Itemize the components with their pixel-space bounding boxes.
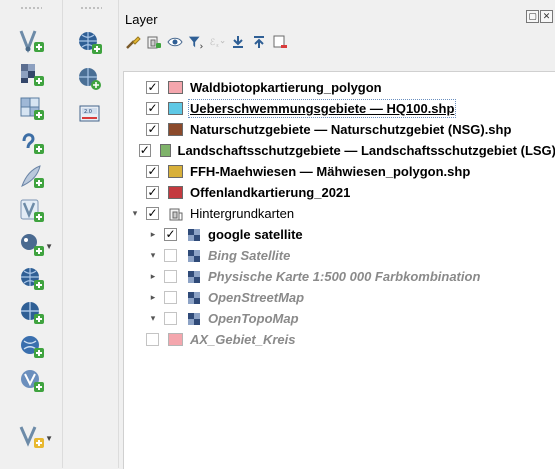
basemap-row-opentopomap[interactable]: ▾ OpenTopoMap	[124, 308, 555, 329]
layer-label: Ueberschwemmungsgebiete — HQ100.shp	[190, 101, 454, 116]
layer-label: Physische Karte 1:500 000 Farbkombinatio…	[208, 269, 480, 284]
layer-label: Bing Satellite	[208, 248, 290, 263]
add-xyz-layer-icon[interactable]	[70, 26, 110, 60]
metasearch-icon[interactable]: 2.0	[70, 98, 110, 132]
style-brush-icon[interactable]	[125, 33, 141, 51]
layer-row-naturschutz[interactable]: ✓ Naturschutzgebiete — Naturschutzgebiet…	[124, 119, 555, 140]
new-virtual-layer-icon[interactable]	[12, 92, 52, 126]
layers-panel: Layer ▢ ✕ ℰε ✓	[119, 0, 555, 468]
svg-text:2.0: 2.0	[84, 109, 92, 115]
layer-row-landschaftsschutz[interactable]: ✓ Landschaftsschutzgebiete — Landschafts…	[124, 140, 555, 161]
toolbar-grip[interactable]	[20, 6, 42, 10]
remove-layer-icon[interactable]	[272, 33, 288, 51]
svg-text:ℰ: ℰ	[210, 38, 216, 48]
new-raster-layer-icon[interactable]	[12, 58, 52, 92]
collapse-all-icon[interactable]	[251, 33, 267, 51]
toolbar-grip[interactable]	[80, 6, 102, 10]
chevron-down-icon[interactable]: ▾	[128, 208, 142, 219]
raster-layer-icon	[186, 270, 201, 284]
layer-visibility-checkbox[interactable]: ✓	[164, 228, 177, 241]
layer-visibility-checkbox[interactable]	[164, 291, 177, 304]
float-panel-button[interactable]: ▢	[526, 10, 539, 23]
panel-title: Layer	[125, 12, 158, 27]
layer-visibility-checkbox[interactable]: ✓	[146, 165, 159, 178]
delimited-text-layer-icon[interactable]	[12, 126, 52, 160]
expand-all-icon[interactable]	[230, 33, 246, 51]
layer-label: OpenStreetMap	[208, 290, 304, 305]
group-visibility-checkbox[interactable]: ✓	[146, 207, 159, 220]
symbol-swatch	[168, 123, 183, 136]
raster-layer-icon	[186, 312, 201, 326]
symbol-swatch	[168, 333, 183, 346]
visibility-eye-icon[interactable]	[167, 33, 183, 51]
layer-row-ax-gebiet-kreis[interactable]: AX_Gebiet_Kreis	[124, 329, 555, 350]
raster-layer-icon	[186, 291, 201, 305]
layer-tree[interactable]: ✓ Waldbiotopkartierung_polygon ✓ Uebersc…	[123, 71, 555, 469]
symbol-swatch	[168, 102, 183, 115]
layer-row-offenland[interactable]: ✓ Offenlandkartierung_2021	[124, 182, 555, 203]
layer-label: AX_Gebiet_Kreis	[190, 332, 296, 347]
layer-visibility-checkbox[interactable]	[164, 270, 177, 283]
filter-icon[interactable]	[188, 33, 204, 51]
add-wfs-vector-icon[interactable]	[12, 364, 52, 398]
add-wfs-layer-icon[interactable]	[12, 296, 52, 330]
layers-panel-toolbar: ℰε	[125, 33, 288, 51]
layer-visibility-checkbox[interactable]	[146, 333, 159, 346]
raster-layer-icon	[186, 249, 201, 263]
basemap-row-physische-karte[interactable]: ▸ Physische Karte 1:500 000 Farbkombinat…	[124, 266, 555, 287]
chevron-down-icon[interactable]: ▼	[45, 242, 53, 251]
layer-visibility-checkbox[interactable]: ✓	[139, 144, 151, 157]
chevron-right-icon[interactable]: ▸	[146, 271, 160, 282]
add-wms-layer-icon[interactable]	[12, 262, 52, 296]
layer-visibility-checkbox[interactable]: ✓	[146, 123, 159, 136]
layer-label: google satellite	[208, 227, 303, 242]
layer-visibility-checkbox[interactable]: ✓	[146, 81, 159, 94]
basemap-row-openstreetmap[interactable]: ▸ OpenStreetMap	[124, 287, 555, 308]
basemap-row-bing-satellite[interactable]: ▾ Bing Satellite	[124, 245, 555, 266]
layer-label: OpenTopoMap	[208, 311, 299, 326]
layer-row-waldbiotop[interactable]: ✓ Waldbiotopkartierung_polygon	[124, 77, 555, 98]
new-vector-layer-icon[interactable]	[12, 24, 52, 58]
svg-text:ε: ε	[216, 44, 219, 49]
new-geopackage-layer-icon[interactable]	[12, 194, 52, 228]
add-wcs-layer-icon[interactable]	[12, 330, 52, 364]
layer-label: Waldbiotopkartierung_polygon	[190, 80, 382, 95]
group-row-hintergrundkarten[interactable]: ▾ ✓ Hintergrundkarten	[124, 203, 555, 224]
layer-row-ffh-maehwiesen[interactable]: ✓ FFH-Maehwiesen — Mähwiesen_polygon.shp	[124, 161, 555, 182]
close-panel-button[interactable]: ✕	[540, 10, 553, 23]
symbol-swatch	[168, 186, 183, 199]
chevron-down-icon[interactable]: ▾	[146, 250, 160, 261]
symbol-swatch	[160, 144, 171, 157]
add-vector-tile-icon[interactable]	[70, 62, 110, 96]
layer-label: Offenlandkartierung_2021	[190, 185, 350, 200]
symbol-swatch	[168, 165, 183, 178]
layer-visibility-checkbox[interactable]	[164, 249, 177, 262]
expression-filter-icon[interactable]: ℰε	[209, 33, 225, 51]
web-toolbar: 2.0	[63, 0, 119, 468]
raster-layer-icon	[186, 228, 201, 242]
layer-label: Landschaftsschutzgebiete — Landschaftssc…	[178, 143, 555, 158]
symbol-swatch	[168, 81, 183, 94]
add-group-icon[interactable]	[146, 33, 162, 51]
chevron-down-icon[interactable]: ▼	[45, 434, 53, 443]
data-source-toolbar: ▼ ▼	[0, 0, 63, 468]
layer-visibility-checkbox[interactable]: ✓	[146, 186, 159, 199]
layer-visibility-checkbox[interactable]	[164, 312, 177, 325]
layer-label: FFH-Maehwiesen — Mähwiesen_polygon.shp	[190, 164, 470, 179]
group-label: Hintergrundkarten	[190, 206, 294, 221]
basemap-row-google-satellite[interactable]: ▸ ✓ google satellite	[124, 224, 555, 245]
spatialite-layer-icon[interactable]	[12, 160, 52, 194]
group-folder-icon	[168, 207, 183, 221]
chevron-down-icon[interactable]: ▾	[146, 313, 160, 324]
add-mesh-layer-icon[interactable]: ▼	[12, 420, 52, 454]
layer-label: Naturschutzgebiete — Naturschutzgebiet (…	[190, 122, 511, 137]
layer-row-ueberschwemmung[interactable]: ✓ Ueberschwemmungsgebiete — HQ100.shp	[124, 98, 555, 119]
chevron-right-icon[interactable]: ▸	[146, 229, 160, 240]
chevron-right-icon[interactable]: ▸	[146, 292, 160, 303]
add-postgis-layer-icon[interactable]: ▼	[12, 228, 52, 262]
layer-visibility-checkbox[interactable]: ✓	[146, 102, 159, 115]
